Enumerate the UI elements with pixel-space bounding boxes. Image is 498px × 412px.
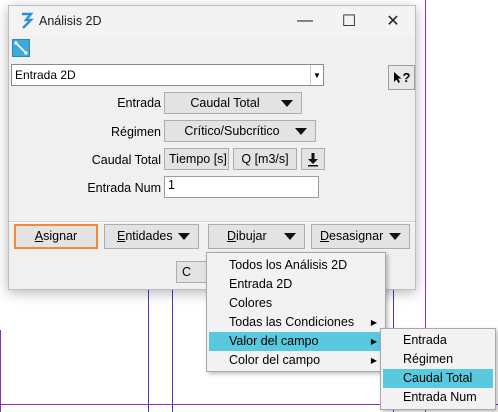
unassign-mnemonic: D [320,229,330,243]
close-icon: ✕ [386,13,400,30]
entrada-dropdown-value: Caudal Total [190,96,260,110]
draw-mnemonic: D [227,229,237,243]
submenu-arrow-icon: ▶ [370,318,377,327]
menu-item-label: Entrada 2D [229,277,293,291]
entrada-num-input[interactable]: 1 [164,176,319,198]
menu-item-label: Entrada [403,333,447,347]
minimize-icon: — [297,12,313,29]
chevron-down-icon [178,233,190,240]
entities-button[interactable]: Entidades [104,224,199,249]
assign-mnemonic: A [34,229,44,243]
menu-item-label: Entrada Num [403,390,477,404]
regimen-dropdown[interactable]: Crítico/Subcrítico [164,120,316,142]
help-pointer-button[interactable]: ? [388,65,415,90]
field-value-submenu: Entrada Régimen Caudal Total Entrada Num [380,328,496,410]
chevron-down-icon [284,233,296,240]
menu-item-label: Todos los Análisis 2D [229,258,348,272]
menu-item-label: Régimen [403,352,454,366]
assign-button[interactable]: Asignar [14,224,98,249]
menu-item-all-2d-analysis[interactable]: Todos los Análisis 2D [209,256,383,275]
chevron-down-icon [281,100,293,107]
submenu-item-caudal-total[interactable]: Caudal Total [383,369,493,388]
download-icon [308,153,318,167]
menu-item-label: Colores [229,296,273,310]
maximize-icon: ☐ [341,13,357,30]
analysis-2d-dialog: Análisis 2D — ☐ ✕ Entrada 2D ▼ ? Entrada… [8,5,416,290]
submenu-item-entrada[interactable]: Entrada [383,331,493,350]
entrada-label: Entrada [117,96,161,110]
entrada-num-value: 1 [168,178,175,192]
entrada-dropdown[interactable]: Caudal Total [164,92,302,114]
menu-item-label: Todas las Condiciones [229,315,355,329]
unassign-button[interactable]: Desasignar [311,224,410,249]
divider-highlight [9,222,415,223]
unassign-label: esasignar [329,229,384,243]
flow-units-label: Q [m3/s] [241,152,289,166]
regimen-dropdown-value: Crítico/Subcrítico [184,124,280,138]
draw-label: ibujar [236,229,267,243]
background-line [148,288,149,412]
menu-item-entrada-2d[interactable]: Entrada 2D [209,275,383,294]
submenu-arrow-icon: ▶ [370,337,377,346]
regimen-label: Régimen [110,125,161,139]
menu-item-label: Valor del campo [229,334,319,348]
download-button[interactable] [301,148,325,170]
entrada-num-label: Entrada Num [87,181,161,195]
caudal-total-label: Caudal Total [91,153,161,167]
draw-menu: Todos los Análisis 2D Entrada 2D Colores… [206,252,386,372]
menu-item-label: Caudal Total [403,371,473,385]
time-units-label: Tiempo [s] [169,152,227,166]
app-logo-icon [22,12,34,29]
submenu-item-entrada-num[interactable]: Entrada Num [383,388,493,407]
menu-item-label: Color del campo [229,353,321,367]
line-tool-icon[interactable] [12,39,30,57]
minimize-button[interactable]: — [283,6,327,36]
submenu-item-regimen[interactable]: Régimen [383,350,493,369]
chevron-down-icon [295,128,307,135]
title-bar: Análisis 2D — ☐ ✕ [9,6,415,36]
background-line [172,288,173,412]
menu-item-colors[interactable]: Colores [209,294,383,313]
flow-units-button[interactable]: Q [m3/s] [233,148,297,170]
close-dialog-label: C [182,265,192,279]
submenu-arrow-icon: ▶ [370,356,377,365]
chevron-down-icon: ▼ [310,65,323,85]
maximize-button[interactable]: ☐ [327,6,371,36]
menu-item-field-color[interactable]: Color del campo ▶ [209,351,383,370]
window-title: Análisis 2D [39,14,102,28]
draw-button[interactable]: Dibujar [208,224,305,249]
pointer-icon [393,72,402,83]
close-button[interactable]: ✕ [371,6,415,36]
menu-item-all-conditions[interactable]: Todas las Condiciones ▶ [209,313,383,332]
condition-select-value: Entrada 2D [15,68,76,82]
help-question-mark: ? [402,70,411,85]
line-draw-icon [14,41,28,55]
background-line [0,330,1,412]
condition-select[interactable]: Entrada 2D ▼ [11,64,324,86]
time-units-button[interactable]: Tiempo [s] [164,148,229,170]
menu-item-field-value[interactable]: Valor del campo ▶ [209,332,383,351]
assign-label: signar [43,229,78,243]
chevron-down-icon [389,233,401,240]
entities-label: ntidades [125,229,173,243]
